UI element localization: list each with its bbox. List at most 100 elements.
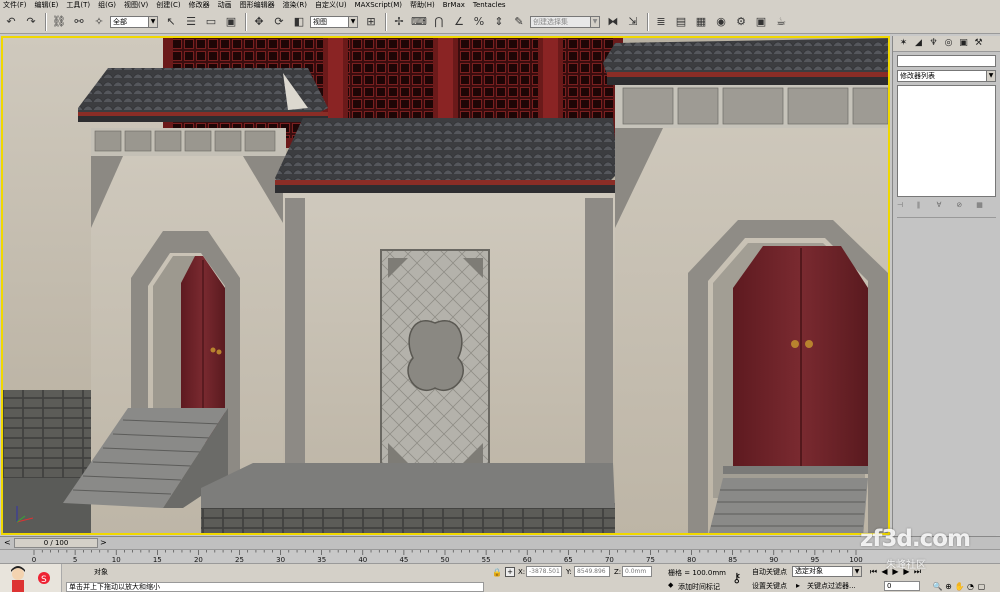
rotate-icon[interactable]: ⟳	[270, 13, 288, 31]
coord-z-field[interactable]: 0.0mm	[622, 566, 652, 577]
edit-named-selection-icon[interactable]: ✎	[510, 13, 528, 31]
link-icon[interactable]: ⛓	[50, 13, 68, 31]
chevron-down-icon: ▼	[852, 567, 861, 576]
angle-snap-icon[interactable]: ∠	[450, 13, 468, 31]
auto-key-button[interactable]: 自动关键点	[752, 566, 790, 578]
selection-filter-dropdown[interactable]: 全部 ▼	[110, 15, 158, 28]
snap-icon[interactable]: ⋂	[430, 13, 448, 31]
key-filter-icon[interactable]: ▸	[796, 581, 800, 590]
coord-x-field[interactable]: -3878.501	[526, 566, 562, 577]
toolbar-separator	[245, 12, 247, 31]
move-icon[interactable]: ✥	[250, 13, 268, 31]
toolbar-separator	[647, 12, 649, 31]
go-to-end-icon[interactable]: ⏭	[912, 566, 923, 578]
make-unique-icon[interactable]: ∀	[937, 201, 951, 211]
key-filters-button[interactable]: 关键点过滤器...	[807, 581, 856, 591]
time-slider[interactable]: < 0 / 100 >	[0, 536, 1000, 549]
menu-help[interactable]: 帮助(H)	[410, 0, 435, 10]
menu-bar: 文件(F) 编辑(E) 工具(T) 组(G) 视图(V) 创建(C) 修改器 动…	[0, 0, 1000, 10]
menu-customize[interactable]: 自定义(U)	[315, 0, 347, 10]
maximize-viewport-icon[interactable]: ▢	[976, 581, 987, 592]
maxscript-listener-mini[interactable]: S	[0, 564, 62, 592]
render-icon[interactable]: ▣	[752, 13, 770, 31]
unlink-icon[interactable]: ⚯	[70, 13, 88, 31]
display-tab-icon[interactable]: ▣	[957, 37, 970, 50]
add-time-tag-button[interactable]: 添加时间标记	[678, 582, 720, 592]
menu-modifiers[interactable]: 修改器	[189, 0, 210, 10]
modifier-list-dropdown[interactable]: 修改器列表 ▼	[897, 70, 996, 82]
zoom-all-icon[interactable]: ⊕	[943, 581, 954, 592]
manipulate-icon[interactable]: ✢	[390, 13, 408, 31]
chevron-down-icon: ▼	[148, 16, 157, 27]
go-to-start-icon[interactable]: ⏮	[868, 566, 879, 578]
curve-editor-icon[interactable]: ▤	[672, 13, 690, 31]
menu-tools[interactable]: 工具(T)	[66, 0, 90, 10]
menu-edit[interactable]: 编辑(E)	[35, 0, 59, 10]
menu-graph-editors[interactable]: 图形编辑器	[240, 0, 275, 10]
undo-icon[interactable]: ↶	[2, 13, 20, 31]
percent-snap-icon[interactable]: %	[470, 13, 488, 31]
pin-stack-icon[interactable]: ⊣	[897, 201, 911, 211]
pivot-center-icon[interactable]: ⊞	[362, 13, 380, 31]
time-slider-thumb[interactable]: 0 / 100	[14, 538, 98, 548]
motion-tab-icon[interactable]: ◎	[942, 37, 955, 50]
bind-space-warp-icon[interactable]: ✧	[90, 13, 108, 31]
menu-tentacles[interactable]: Tentacles	[473, 0, 506, 10]
utilities-tab-icon[interactable]: ⚒	[972, 37, 985, 50]
play-icon[interactable]: ▶	[890, 566, 901, 578]
menu-create[interactable]: 创建(C)	[156, 0, 180, 10]
previous-frame-icon[interactable]: ◀	[879, 566, 890, 578]
next-frame-icon[interactable]: >	[100, 538, 107, 547]
menu-brmax[interactable]: BrMax	[443, 0, 465, 10]
schematic-view-icon[interactable]: ▦	[692, 13, 710, 31]
coord-x-label: X:	[518, 568, 526, 576]
selection-lock-icon[interactable]: 🔒	[492, 568, 502, 577]
remove-modifier-icon[interactable]: ⊘	[956, 201, 970, 211]
current-frame-field[interactable]: 0	[884, 581, 920, 591]
menu-maxscript[interactable]: MAXScript(M)	[355, 0, 402, 10]
named-selection-dropdown[interactable]: 创建选择集 ▼	[530, 15, 600, 28]
configure-modifier-sets-icon[interactable]: ▦	[976, 201, 990, 211]
teapot-icon[interactable]: ☕	[772, 13, 790, 31]
pan-icon[interactable]: ✋	[954, 581, 965, 592]
redo-icon[interactable]: ↷	[22, 13, 40, 31]
menu-rendering[interactable]: 渲染(R)	[283, 0, 307, 10]
set-key-button[interactable]: 设置关键点	[752, 580, 790, 592]
prev-frame-icon[interactable]: <	[4, 538, 11, 547]
scale-icon[interactable]: ◧	[290, 13, 308, 31]
set-key-icon[interactable]: ⚷	[732, 571, 742, 586]
mirror-icon[interactable]: ⧓	[604, 13, 622, 31]
next-key-icon[interactable]: ▶	[901, 566, 912, 578]
rect-selection-icon[interactable]: ▭	[202, 13, 220, 31]
material-editor-icon[interactable]: ◉	[712, 13, 730, 31]
spinner-snap-icon[interactable]: ⇕	[490, 13, 508, 31]
object-name-field[interactable]	[897, 55, 996, 67]
hierarchy-tab-icon[interactable]: ♆	[927, 37, 940, 50]
render-setup-icon[interactable]: ⚙	[732, 13, 750, 31]
selected-set-dropdown[interactable]: 选定对象 ▼	[792, 566, 862, 577]
select-icon[interactable]: ↖	[162, 13, 180, 31]
absolute-mode-icon[interactable]: +	[505, 567, 515, 577]
layer-manager-icon[interactable]: ≣	[652, 13, 670, 31]
modifier-stack[interactable]	[897, 85, 996, 197]
status-bar: S 对象 单击并上下拖动以放大和缩小 🔒 + X: -3878.501 Y: 8…	[0, 563, 1000, 592]
reference-coord-dropdown[interactable]: 视图 ▼	[310, 15, 358, 28]
time-tag-icon[interactable]: ◆	[668, 581, 673, 589]
window-crossing-icon[interactable]: ▣	[222, 13, 240, 31]
track-bar[interactable]: 0 5 10 15 20 25 30 35 40 45 50 55 60 65 70 75 80 85 90 95 10…	[0, 549, 1000, 564]
menu-views[interactable]: 视图(V)	[124, 0, 148, 10]
menu-file[interactable]: 文件(F)	[3, 0, 27, 10]
select-by-name-icon[interactable]: ☰	[182, 13, 200, 31]
track-bar-ruler: 0 5 10 15 20 25 30 35 40 45 50 55 60 65 70 75 80 85 90 95 10…	[32, 550, 863, 564]
menu-animation[interactable]: 动画	[218, 0, 232, 10]
create-tab-icon[interactable]: ✶	[897, 37, 910, 50]
show-end-result-icon[interactable]: ∥	[917, 201, 931, 211]
coord-y-field[interactable]: 8549.896	[574, 566, 610, 577]
menu-group[interactable]: 组(G)	[98, 0, 116, 10]
perspective-viewport[interactable]	[1, 36, 890, 535]
modify-tab-icon[interactable]: ◢	[912, 37, 925, 50]
orbit-icon[interactable]: ◔	[965, 581, 976, 592]
keyboard-shortcut-icon[interactable]: ⌨	[410, 13, 428, 31]
zoom-icon[interactable]: 🔍	[932, 581, 943, 592]
align-icon[interactable]: ⇲	[624, 13, 642, 31]
